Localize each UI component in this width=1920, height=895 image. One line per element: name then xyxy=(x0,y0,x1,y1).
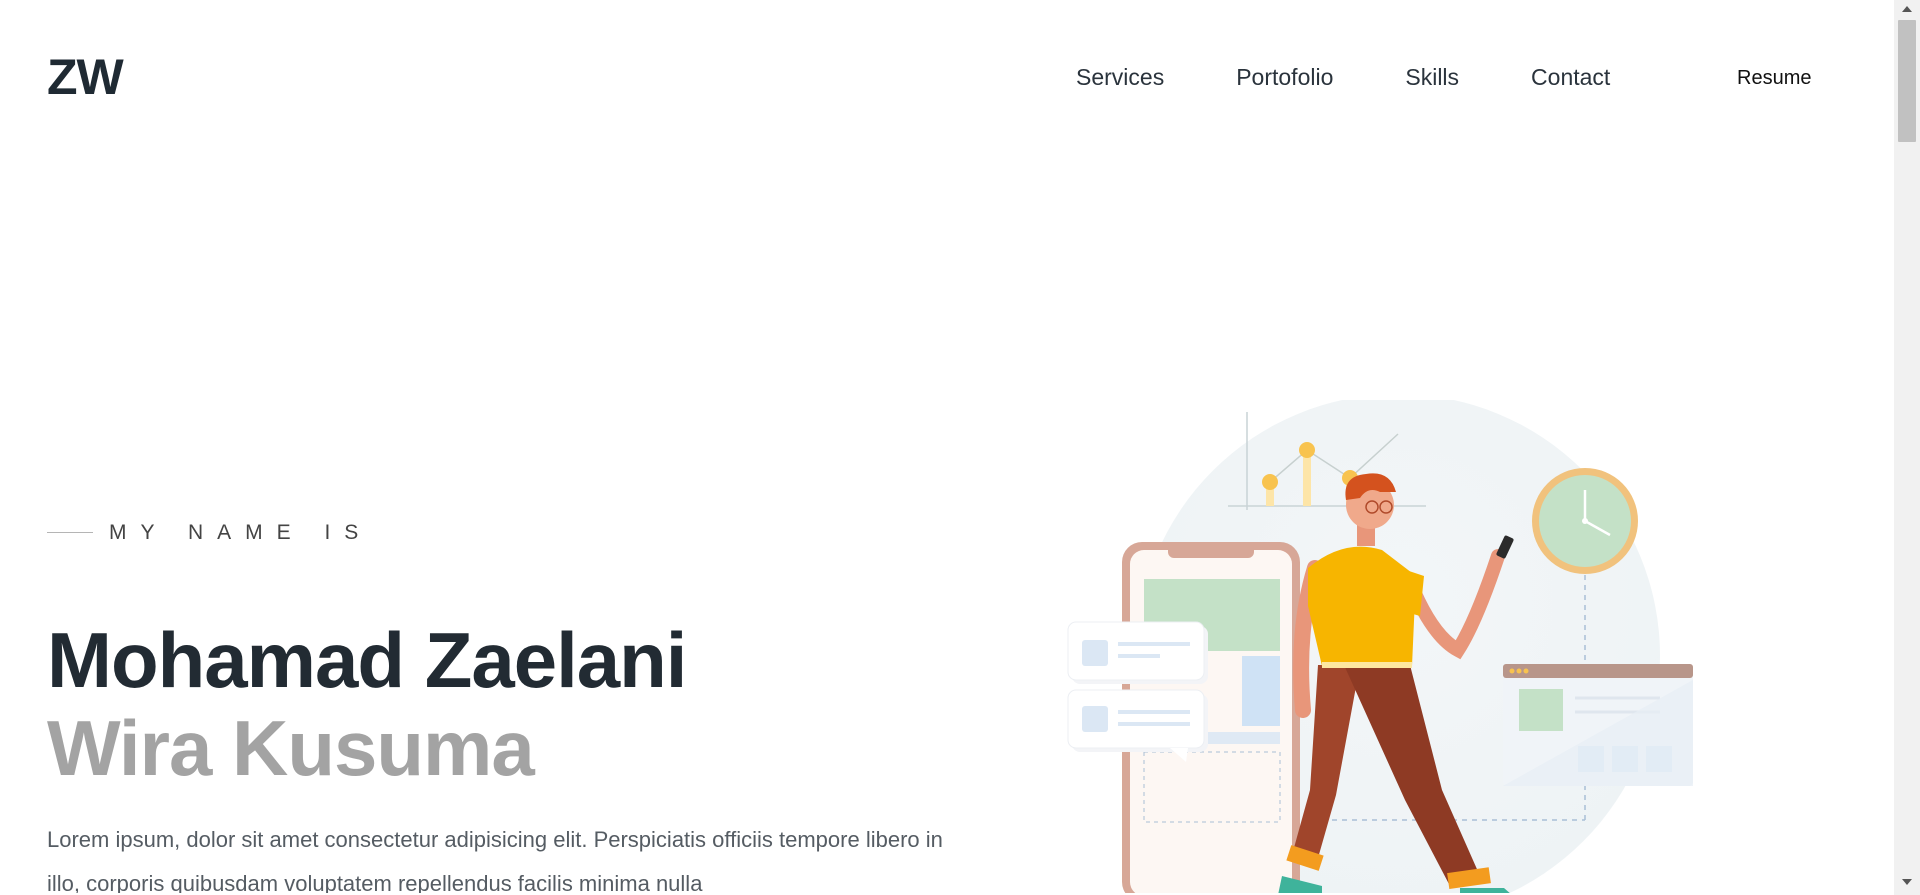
main-nav: Services Portofolio Skills Contact Resum… xyxy=(1076,66,1811,89)
hero-illustration xyxy=(1067,400,1693,893)
page: ZW Services Portofolio Skills Contact Re… xyxy=(0,0,1894,893)
scroll-thumb[interactable] xyxy=(1898,20,1916,142)
browser-window-decoration xyxy=(1503,664,1693,786)
nav-link-skills[interactable]: Skills xyxy=(1405,66,1459,89)
hero-name: Mohamad Zaelani Wira Kusuma xyxy=(47,616,867,792)
site-logo[interactable]: ZW xyxy=(47,52,124,102)
nav-link-services[interactable]: Services xyxy=(1076,66,1164,89)
eyebrow: MY NAME IS xyxy=(47,522,372,543)
nav-link-contact[interactable]: Contact xyxy=(1531,66,1610,89)
hero-name-last: Wira Kusuma xyxy=(47,704,535,792)
resume-button[interactable]: Resume xyxy=(1737,68,1811,88)
eyebrow-text: MY NAME IS xyxy=(109,521,373,544)
chevron-down-icon[interactable] xyxy=(1902,879,1912,885)
chevron-up-icon[interactable] xyxy=(1902,6,1912,12)
page-scrollbar[interactable] xyxy=(1894,0,1920,895)
hero-name-first: Mohamad Zaelani xyxy=(47,616,687,704)
eyebrow-line xyxy=(47,532,93,533)
chat-bubble-decoration xyxy=(1067,621,1208,762)
hero-description: Lorem ipsum, dolor sit amet consectetur … xyxy=(47,827,943,893)
nav-link-portofolio[interactable]: Portofolio xyxy=(1236,66,1333,89)
